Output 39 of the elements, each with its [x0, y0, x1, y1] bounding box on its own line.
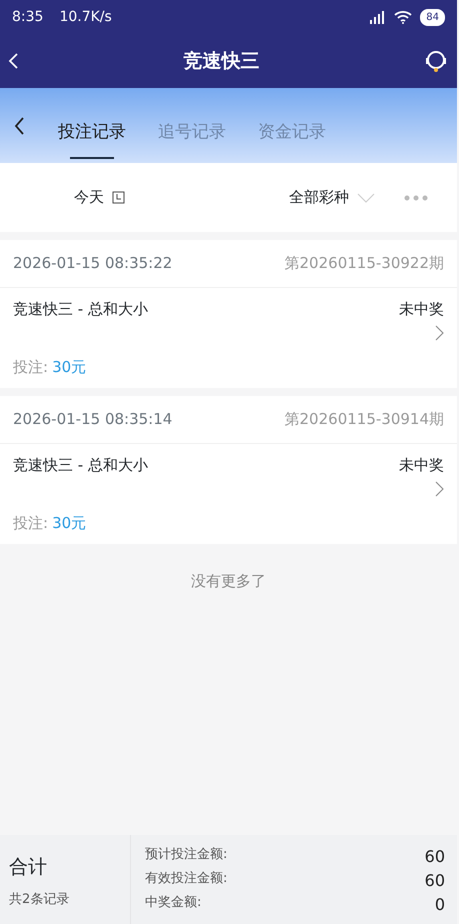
record-card[interactable]: 2026-01-15 08:35:14 第20260115-30914期 竞速快三 - 总和大小 未中奖 投注: 30元 — [0, 396, 457, 544]
summary-label: 预计投注金额: — [145, 846, 228, 864]
chevron-down-icon — [357, 192, 375, 202]
record-time: 2026-01-15 08:35:14 — [13, 409, 172, 430]
summary-title: 合计 — [9, 855, 48, 880]
record-time: 2026-01-15 08:35:22 — [13, 253, 172, 274]
bet-amount: 30元 — [52, 358, 86, 376]
lottery-filter[interactable]: 全部彩种 — [289, 186, 375, 209]
summary-value: 60 — [424, 870, 445, 892]
summary-value: 0 — [434, 894, 445, 916]
summary-value: 60 — [424, 846, 445, 868]
tab[interactable]: 投注记录 — [58, 104, 126, 160]
bet-amount: 30元 — [52, 514, 86, 532]
back-icon[interactable] — [14, 116, 26, 136]
battery-indicator: 84 — [420, 8, 445, 26]
page-title: 竞速快三 — [184, 48, 260, 74]
bet-label: 投注: — [13, 514, 48, 532]
bet-label: 投注: — [13, 358, 48, 376]
result-status: 未中奖 — [399, 455, 444, 476]
game-name: 竞速快三 - 总和大小 — [13, 455, 148, 476]
network-speed: 10.7K/s — [59, 8, 112, 26]
record-card[interactable]: 2026-01-15 08:35:22 第20260115-30922期 竞速快三 - 总和大小 未中奖 投注: 30元 — [0, 240, 457, 388]
result-status: 未中奖 — [399, 299, 444, 320]
status-time: 8:35 — [12, 8, 44, 26]
summary-label: 有效投注金额: — [145, 870, 228, 888]
end-note: 没有更多了 — [190, 571, 267, 592]
issue-number: 第20260115-30922期 — [284, 253, 444, 274]
headset-icon[interactable] — [423, 48, 449, 74]
wifi-icon — [394, 10, 412, 24]
game-name: 竞速快三 - 总和大小 — [13, 299, 148, 320]
record-count: 共2条记录 — [9, 890, 70, 908]
issue-number: 第20260115-30914期 — [284, 409, 444, 430]
chevron-right-icon[interactable] — [435, 480, 444, 496]
signal-icon — [368, 10, 386, 24]
back-icon[interactable] — [8, 52, 20, 70]
calendar-icon — [112, 191, 125, 204]
date-filter[interactable]: 今天 — [74, 186, 125, 209]
summary-label: 中奖金额: — [145, 894, 202, 912]
chevron-right-icon[interactable] — [435, 324, 444, 340]
